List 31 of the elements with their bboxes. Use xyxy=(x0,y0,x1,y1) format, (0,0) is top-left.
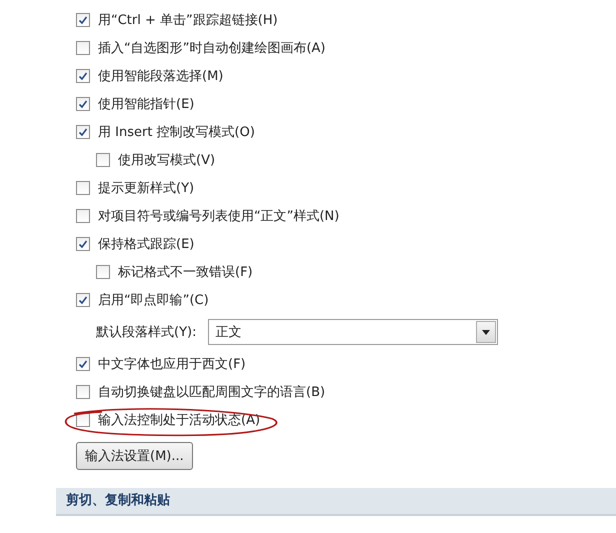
checkbox[interactable] xyxy=(76,97,90,111)
caret-icon xyxy=(482,330,490,334)
checkbox[interactable] xyxy=(96,153,110,167)
checkbox[interactable] xyxy=(76,237,90,251)
checkbox[interactable] xyxy=(76,209,90,223)
checkbox-label: 用 Insert 控制改写模式(O) xyxy=(98,124,255,141)
checkbox[interactable] xyxy=(96,265,110,279)
checkbox-label: 保持格式跟踪(E) xyxy=(98,236,194,253)
checkbox-label: 对项目符号或编号列表使用“正文”样式(N) xyxy=(98,208,340,225)
dropdown-label: 默认段落样式(Y): xyxy=(96,324,196,341)
checkbox-label: 中文字体也应用于西文(F) xyxy=(98,356,246,373)
checkbox[interactable] xyxy=(76,181,90,195)
checkbox-label: 自动切换键盘以匹配周围文字的语言(B) xyxy=(98,384,326,401)
section-header: 剪切、复制和粘贴 xyxy=(56,488,616,516)
checkbox[interactable] xyxy=(76,69,90,83)
checkbox-label: 使用改写模式(V) xyxy=(118,152,216,169)
checkbox-label: 启用“即点即输”(C) xyxy=(98,292,209,309)
checkbox[interactable] xyxy=(76,385,90,399)
ime-settings-button[interactable]: 输入法设置(M)... xyxy=(76,442,193,470)
checkbox-label: 标记格式不一致错误(F) xyxy=(118,264,253,281)
checkbox-label: 提示更新样式(Y) xyxy=(98,180,194,197)
checkbox-label: 使用智能指针(E) xyxy=(98,96,194,113)
checkbox-label: 插入“自选图形”时自动创建绘图画布(A) xyxy=(98,40,326,57)
checkbox-label: 使用智能段落选择(M) xyxy=(98,68,224,85)
checkbox[interactable] xyxy=(76,293,90,307)
style-dropdown[interactable]: 正文 xyxy=(208,319,498,345)
checkbox[interactable] xyxy=(76,41,90,55)
checkbox[interactable] xyxy=(76,357,90,371)
checkbox[interactable] xyxy=(76,13,90,27)
checkbox[interactable] xyxy=(76,125,90,139)
checkbox-label: 用“Ctrl + 单击”跟踪超链接(H) xyxy=(98,12,278,29)
